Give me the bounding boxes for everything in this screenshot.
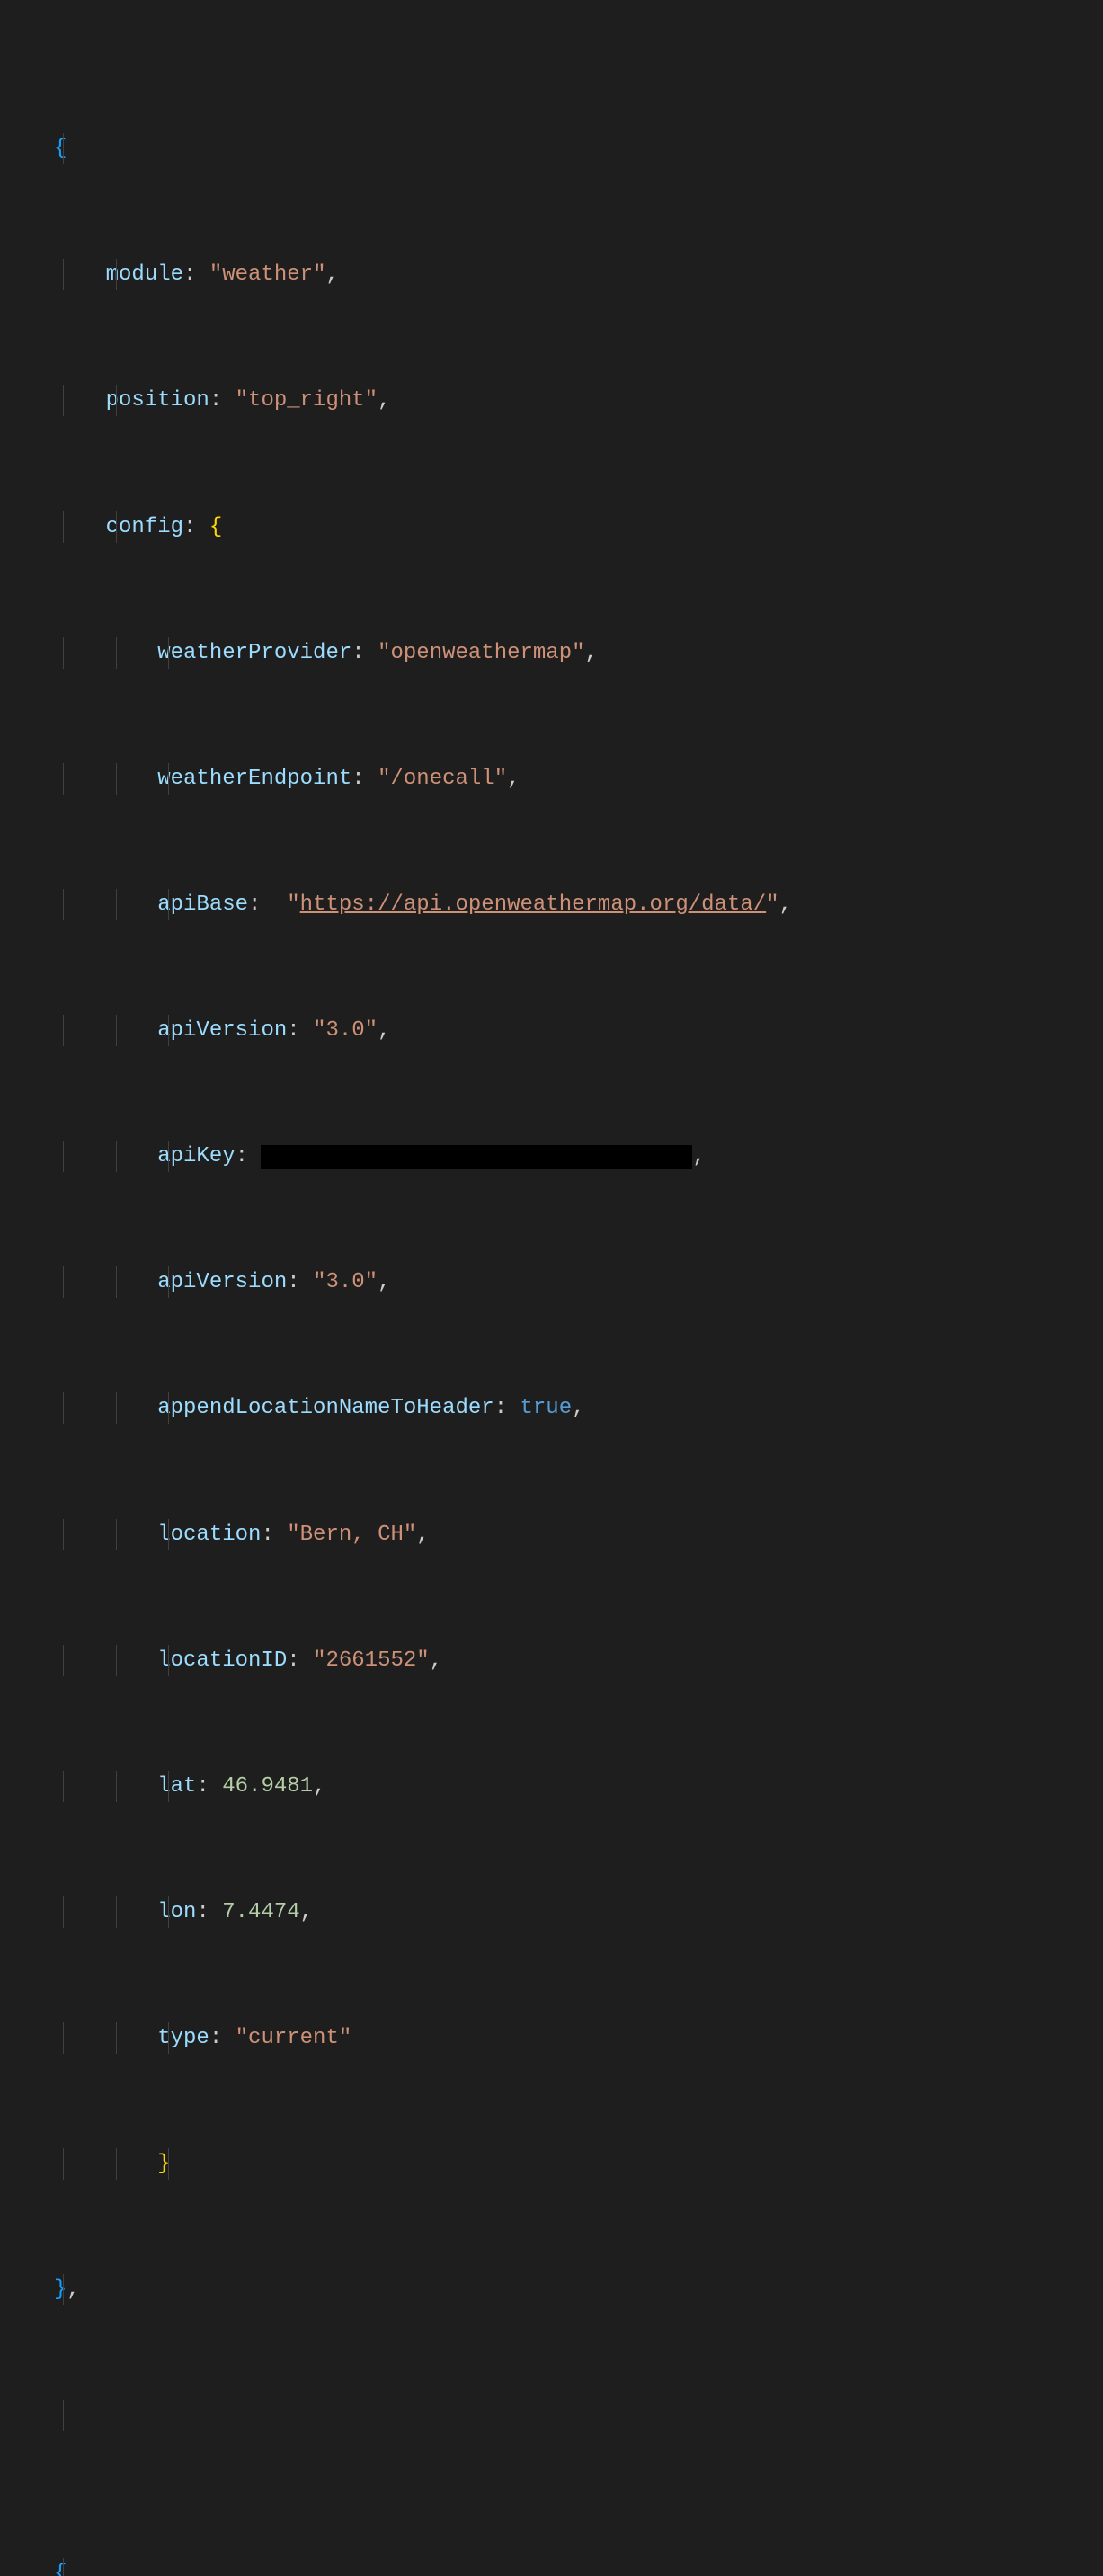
code-line[interactable]: }, <box>54 2274 792 2305</box>
brace-close: } <box>54 2278 67 2302</box>
key-lon: lon <box>157 1900 196 1924</box>
string-value: "openweathermap" <box>378 641 584 665</box>
url-link[interactable]: https://api.openweathermap.org/data/ <box>300 893 766 917</box>
number-value: 46.9481 <box>222 1774 313 1799</box>
code-line[interactable]: locationID: "2661552", <box>54 1645 792 1676</box>
boolean-value: true <box>520 1396 573 1420</box>
string-value: "/onecall" <box>378 767 507 791</box>
brace-open: { <box>54 137 67 161</box>
code-line[interactable]: position: "top_right", <box>54 385 792 416</box>
code-line[interactable]: module: "weather", <box>54 259 792 290</box>
key-apiversion: apiVersion <box>157 1270 287 1294</box>
code-line[interactable]: apiVersion: "3.0", <box>54 1266 792 1298</box>
string-value: "weather" <box>209 262 326 287</box>
brace-open: { <box>54 2562 67 2576</box>
string-value: "current" <box>236 2026 352 2050</box>
key-weatherendpoint: weatherEndpoint <box>157 767 351 791</box>
key-position: position <box>106 388 209 413</box>
key-weatherprovider: weatherProvider <box>157 641 351 665</box>
code-line[interactable]: weatherProvider: "openweathermap", <box>54 637 792 669</box>
brace-open: { <box>209 515 222 539</box>
string-value: "3.0" <box>313 1270 378 1294</box>
key-config: config <box>106 515 183 539</box>
code-line[interactable]: weatherEndpoint: "/onecall", <box>54 763 792 795</box>
code-line[interactable]: apiVersion: "3.0", <box>54 1015 792 1046</box>
code-line[interactable]: lat: 46.9481, <box>54 1771 792 1802</box>
code-line[interactable]: location: "Bern, CH", <box>54 1519 792 1550</box>
key-appendlocation: appendLocationNameToHeader <box>157 1396 494 1420</box>
key-location: location <box>157 1523 261 1547</box>
key-module: module <box>106 262 183 287</box>
string-value: "2661552" <box>313 1648 430 1673</box>
code-line[interactable]: apiBase: "https://api.openweathermap.org… <box>54 889 792 920</box>
key-apiversion: apiVersion <box>157 1018 287 1043</box>
code-line[interactable]: { <box>54 2558 792 2576</box>
code-line[interactable]: type: "current" <box>54 2022 792 2054</box>
string-value: "3.0" <box>313 1018 378 1043</box>
code-line[interactable]: lon: 7.4474, <box>54 1896 792 1928</box>
code-line[interactable]: } <box>54 2148 792 2180</box>
code-line[interactable]: config: { <box>54 511 792 543</box>
key-type: type <box>157 2026 209 2050</box>
code-line[interactable]: { <box>54 133 792 164</box>
string-value: "top_right" <box>236 388 378 413</box>
code-editor[interactable]: { module: "weather", position: "top_righ… <box>0 0 1103 2576</box>
key-apibase: apiBase <box>157 893 248 917</box>
number-value: 7.4474 <box>222 1900 299 1924</box>
code-line-blank[interactable] <box>54 2400 792 2431</box>
code-area[interactable]: { module: "weather", position: "top_righ… <box>5 7 792 2576</box>
key-lat: lat <box>157 1774 196 1799</box>
key-locationid: locationID <box>157 1648 287 1673</box>
code-line[interactable]: apiKey: , <box>54 1141 792 1172</box>
key-apikey: apiKey <box>157 1144 235 1168</box>
redacted-apikey <box>261 1145 692 1170</box>
string-value: "Bern, CH" <box>287 1523 416 1547</box>
code-line[interactable]: appendLocationNameToHeader: true, <box>54 1392 792 1424</box>
